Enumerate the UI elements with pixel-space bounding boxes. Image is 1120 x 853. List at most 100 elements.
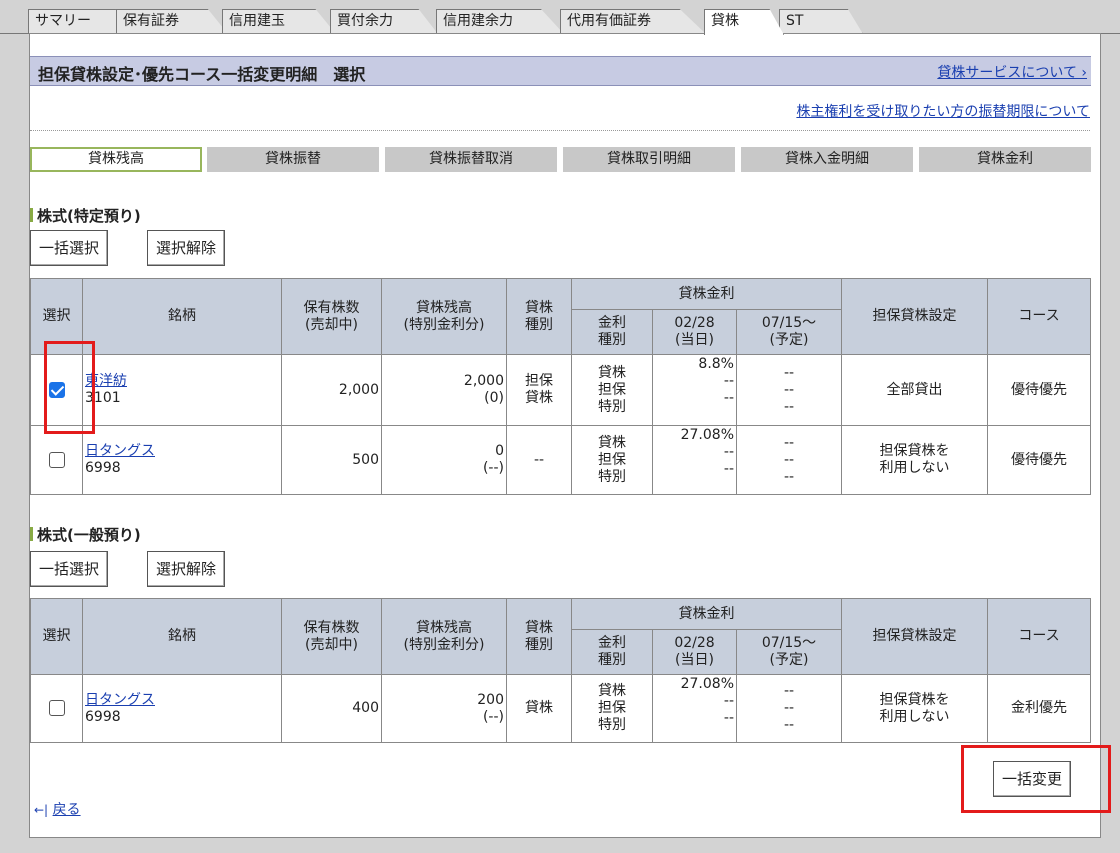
- tab-stock-lending[interactable]: 貸株: [704, 9, 784, 35]
- select-all-button[interactable]: 一括選択: [30, 551, 109, 587]
- header-holdings: 保有株数 (売却中): [281, 278, 382, 355]
- header-rate-group: 貸株金利: [570, 278, 843, 310]
- rate-plan-cell: -- -- --: [735, 674, 843, 743]
- setting-cell: 全部貸出: [841, 354, 989, 426]
- tab-collateral-securities[interactable]: 代用有価証券: [560, 9, 706, 34]
- header-rate-today: 02/28 (当日): [652, 629, 737, 675]
- lending-service-link[interactable]: 貸株サービスについて ›: [937, 62, 1087, 82]
- tab-buying-power[interactable]: 買付余力: [330, 9, 438, 34]
- balance-cell: 0 (--): [381, 425, 507, 495]
- tab-st[interactable]: ST: [779, 9, 863, 34]
- lend-type-cell: 担保 貸株: [506, 354, 572, 426]
- tab-margin-positions[interactable]: 信用建玉: [222, 9, 336, 34]
- header-course: コース: [987, 278, 1092, 355]
- select-cell[interactable]: [30, 354, 83, 426]
- holdings-cell: 2,000: [281, 354, 382, 426]
- header-lend-type: 貸株 種別: [506, 598, 572, 675]
- rate-today-cell: 8.8% -- --: [652, 354, 737, 426]
- header-select: 選択: [30, 598, 83, 675]
- rate-type-cell: 貸株 担保 特別: [571, 354, 653, 426]
- stock-code: 6998: [85, 708, 121, 725]
- course-cell: 優待優先: [987, 354, 1092, 426]
- header-rate-type: 金利 種別: [571, 309, 653, 355]
- header-lend-type: 貸株 種別: [506, 278, 572, 355]
- subtab-transaction-history[interactable]: 貸株取引明細: [563, 147, 735, 172]
- header-rate-today: 02/28 (当日): [652, 309, 737, 355]
- table-row: 東洋紡 3101 2,000 2,000 (0) 担保 貸株 貸株 担保 特別 8.8…: [30, 354, 1092, 426]
- subtab-lending-rates[interactable]: 貸株金利: [919, 147, 1091, 172]
- stock-cell: 日タングス 6998: [82, 425, 282, 495]
- header-rate-type: 金利 種別: [571, 629, 653, 675]
- header-course: コース: [987, 598, 1092, 675]
- lend-type-cell: 貸株: [506, 674, 572, 743]
- stock-name-link[interactable]: 日タングス: [85, 443, 155, 459]
- header-rate-plan: 07/15～ (予定): [735, 309, 843, 355]
- row-checkbox[interactable]: [48, 700, 65, 716]
- rate-plan-cell: -- -- --: [735, 425, 843, 495]
- header-select: 選択: [30, 278, 83, 355]
- select-cell[interactable]: [30, 425, 83, 495]
- table-row: 日タングス 6998 500 0 (--) -- 貸株 担保 特別 27.08% -- -…: [30, 425, 1092, 495]
- header-setting: 担保貸株設定: [841, 598, 989, 675]
- transfer-deadline-link[interactable]: 株主権利を受け取りたい方の振替期限について: [796, 101, 1090, 121]
- header-rate-group: 貸株金利: [570, 598, 843, 630]
- subtab-lending-balance[interactable]: 貸株残高: [30, 147, 202, 172]
- deselect-all-button[interactable]: 選択解除: [147, 551, 226, 587]
- stock-name-link[interactable]: 東洋紡: [85, 373, 127, 389]
- main-panel: 担保貸株設定･優先コース一括変更明細 選択 貸株サービスについて › 株主権利を…: [29, 33, 1101, 838]
- header-name: 銘柄: [82, 598, 282, 675]
- rate-type-cell: 貸株 担保 特別: [571, 425, 653, 495]
- header-rate-plan: 07/15～ (予定): [735, 629, 843, 675]
- subtab-transfer-cancel[interactable]: 貸株振替取消: [385, 147, 557, 172]
- header-balance: 貸株残高 (特別金利分): [381, 278, 507, 355]
- stock-cell: 日タングス 6998: [82, 674, 282, 743]
- rate-today-cell: 27.08% -- --: [652, 674, 737, 743]
- rate-type-cell: 貸株 担保 特別: [571, 674, 653, 743]
- course-cell: 優待優先: [987, 425, 1092, 495]
- select-all-button[interactable]: 一括選択: [30, 230, 109, 266]
- section-marker: [30, 208, 33, 222]
- tab-margin-capacity[interactable]: 信用建余力: [436, 9, 564, 34]
- bulk-change-button[interactable]: 一括変更: [993, 761, 1072, 797]
- balance-cell: 200 (--): [381, 674, 507, 743]
- rate-today-cell: 27.08% -- --: [652, 425, 737, 495]
- lend-type-cell: --: [506, 425, 572, 495]
- arrow-left-icon: ←|: [34, 803, 49, 817]
- header-holdings: 保有株数 (売却中): [281, 598, 382, 675]
- section-heading-specific: 株式(特定預り): [30, 205, 141, 226]
- table-row: 日タングス 6998 400 200 (--) 貸株 貸株 担保 特別 27.08% -…: [30, 674, 1092, 743]
- account-tab-bar: サマリー 保有証券 信用建玉 買付余力 信用建余力 代用有価証券 貸株 ST: [0, 0, 1120, 35]
- setting-cell: 担保貸株を 利用しない: [841, 674, 989, 743]
- row-checkbox[interactable]: [48, 381, 65, 398]
- tab-holdings[interactable]: 保有証券: [116, 9, 228, 34]
- stock-code: 6998: [85, 460, 121, 476]
- rate-plan-cell: -- -- --: [735, 354, 843, 426]
- stock-cell: 東洋紡 3101: [82, 354, 282, 426]
- subtab-deposit-history[interactable]: 貸株入金明細: [741, 147, 913, 172]
- select-cell[interactable]: [30, 674, 83, 743]
- row-checkbox[interactable]: [48, 451, 65, 468]
- dotted-divider: [30, 130, 1090, 131]
- page-title-bar: 担保貸株設定･優先コース一括変更明細 選択 貸株サービスについて ›: [30, 56, 1091, 86]
- holdings-table-general: 選択 銘柄 保有株数 (売却中) 貸株残高 (特別金利分) 貸株 種別 貸株金利 担保…: [30, 598, 1092, 743]
- page-title: 担保貸株設定･優先コース一括変更明細 選択: [38, 65, 366, 84]
- holdings-table-specific: 選択 銘柄 保有株数 (売却中) 貸株残高 (特別金利分) 貸株 種別 貸株金利 担保…: [30, 278, 1092, 495]
- stock-code: 3101: [85, 390, 121, 406]
- course-cell: 金利優先: [987, 674, 1092, 743]
- setting-cell: 担保貸株を 利用しない: [841, 425, 989, 495]
- header-name: 銘柄: [82, 278, 282, 355]
- holdings-cell: 400: [281, 674, 382, 743]
- header-setting: 担保貸株設定: [841, 278, 989, 355]
- section-heading-text: 株式(特定預り): [37, 207, 141, 225]
- deselect-all-button[interactable]: 選択解除: [147, 230, 226, 266]
- subtab-lending-transfer[interactable]: 貸株振替: [207, 147, 379, 172]
- back-link[interactable]: 戻る: [53, 802, 81, 818]
- back-link-row[interactable]: ←| 戻る: [34, 799, 81, 819]
- stock-name-link[interactable]: 日タングス: [85, 692, 155, 708]
- holdings-cell: 500: [281, 425, 382, 495]
- balance-cell: 2,000 (0): [381, 354, 507, 426]
- header-balance: 貸株残高 (特別金利分): [381, 598, 507, 675]
- section-heading-text: 株式(一般預り): [37, 526, 141, 544]
- section-marker: [30, 527, 33, 541]
- section-heading-general: 株式(一般預り): [30, 524, 141, 545]
